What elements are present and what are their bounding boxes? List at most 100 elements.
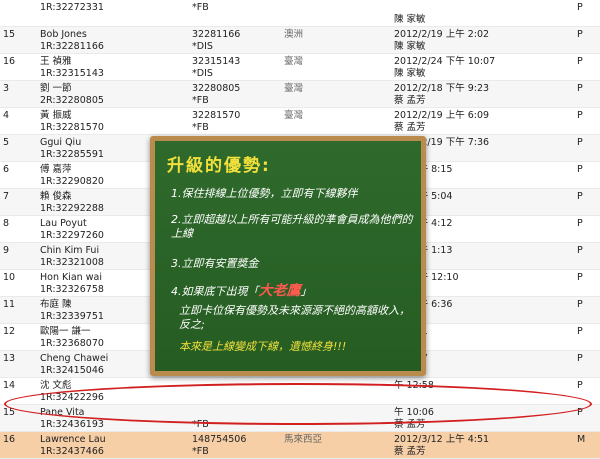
cell-id2: *FB [192,122,209,133]
cell-name2: 1R:32321008 [40,257,104,268]
cell-region: 臺灣 [284,110,304,121]
cell-flag: P [577,137,583,148]
cell-name2: 1R:32368070 [40,338,104,349]
cell-no: 11 [3,299,16,310]
cell-id2: *DIS [192,68,213,79]
cell-sponsor: 蔡 孟芳 [394,446,426,457]
table-row: 1R:32272331 *FB 陳 家敏 P [0,0,600,27]
point-5: 立即卡位保有優勢及未來源源不絕的高額收入，反之; [179,304,410,331]
point-4-end: 」 [300,285,312,298]
cell-no: 3 [3,83,10,94]
cell-region: 臺灣 [284,83,304,94]
cell-flag: P [577,83,583,94]
cell-id2: *FB [192,95,209,106]
cell-no: 14 [3,380,16,391]
cell-name1: Hon Kian wai [40,272,102,283]
cell-name1: Chin Kim Fui [40,245,100,256]
cell-name2: 1R:32290820 [40,176,104,187]
cell-name2: 1R:32436193 [40,419,104,430]
cell-flag: P [577,326,583,337]
cell-flag: P [577,2,583,13]
cell-name2: 2R:32280805 [40,95,104,106]
cell-name2: 1R:32415046 [40,365,104,376]
cell-flag: P [577,29,583,40]
cell-flag: P [577,299,583,310]
cell-name2: 1R:32281570 [40,122,104,133]
table-row: 4 黃 振威 1R:32281570 32281570 *FB 臺灣 2012/2/19 上… [0,108,600,135]
cell-no: 16 [3,56,16,67]
cell-no: 9 [3,245,10,256]
point-4-highlight: 大老鷹 [258,283,301,299]
cell-date: 2012/2/19 上午 6:09 [394,110,490,121]
cell-id1: 32315143 [192,56,241,67]
highlight-circle [4,383,592,425]
cell-name2: 1R:32339751 [40,311,104,322]
cell-no: 16 [3,434,16,445]
cell-sponsor: 陳 家敏 [394,41,426,52]
cell-name1: Ggui Qiu [40,137,82,148]
cell-date: 2012/3/12 上午 4:51 [394,434,490,445]
cell-id1: *FB [192,2,209,13]
cell-flag: M [577,434,586,445]
cell-date: 2012/2/24 下午 10:07 [394,56,496,67]
table-row: 3 劉 一節 2R:32280805 32280805 *FB 臺灣 2012/2/18 下… [0,81,600,108]
cell-name1: 黃 振威 [40,110,72,121]
table-row: 16 Lawrence Lau 1R:32437466 148754506 *FB 馬來西… [0,432,600,459]
cell-id1: 32281570 [192,110,241,121]
cell-name2: 1R:32315143 [40,68,104,79]
cell-no: 7 [3,191,10,202]
cell-no: 8 [3,218,10,229]
cell-no: 10 [3,272,16,283]
point-4: 4.如果底下出現「大老鷹」 [171,284,421,299]
cell-region: 澳洲 [284,29,304,40]
cell-name1: 沈 文彪 [40,380,72,391]
cell-name2: 1R:32285591 [40,149,104,160]
point-4-start: 4.如果底下出現「 [171,285,259,298]
cell-name1: 傅 嘉萍 [40,164,72,175]
cell-id2: *FB [192,446,209,457]
cell-name2: 1R:32297260 [40,230,104,241]
cell-sponsor: 蔡 孟芳 [394,95,426,106]
point-6: 本來是上線變成下線，遺憾終身!!! [179,340,347,353]
cell-name1: Lau Poyut [40,218,87,229]
cell-no: 13 [3,353,16,364]
cell-name1: 賴 俊森 [40,191,72,202]
cell-name2: 1R:32281166 [40,41,104,52]
cell-flag: P [577,353,583,364]
cell-id1: 32281166 [192,29,241,40]
cell-no: 12 [3,326,16,337]
cell-no: 6 [3,164,10,175]
cell-name2: 1R:32326758 [40,284,104,295]
point-3: 3.立即有安置獎金 [171,257,259,270]
cell-name1: 王 禎雅 [40,56,72,67]
cell-name2: 1R:32292288 [40,203,104,214]
cell-name1: Bob Jones [40,29,87,40]
cell-flag: P [577,191,583,202]
cell-no: 15 [3,29,16,40]
cell-flag: P [577,272,583,283]
cell-name1: 歐陽一 謙一 [40,326,91,337]
cell-flag: P [577,380,583,391]
cell-sponsor: 陳 家敏 [394,14,426,25]
board-title: 升級的優勢: [167,156,271,176]
point-1: 1.保住排線上位優勢，立即有下線夥伴 [171,187,358,200]
cell-date: 2012/2/18 下午 9:23 [394,83,490,94]
cell-flag: P [577,245,583,256]
cell-region: 臺灣 [284,56,304,67]
cell-name1: 1R:32272331 [40,2,104,13]
cell-date: 2012/2/19 上午 2:02 [394,29,490,40]
cell-flag: P [577,164,583,175]
cell-flag: P [577,218,583,229]
cell-name2: 1R:32437466 [40,446,104,457]
table-row: 15 Bob Jones 1R:32281166 32281166 *DIS 澳洲 2012… [0,27,600,54]
cell-no: 5 [3,137,10,148]
cell-id1: 32280805 [192,83,241,94]
cell-name1: 劉 一節 [40,83,72,94]
cell-flag: P [577,56,583,67]
cell-name1: 布庭 陳 [40,299,72,310]
cell-flag: P [577,110,583,121]
cell-name1: Cheng Chawei [40,353,109,364]
cell-id1: 148754506 [192,434,247,445]
cell-id2: *DIS [192,41,213,52]
cell-sponsor: 陳 家敏 [394,68,426,79]
